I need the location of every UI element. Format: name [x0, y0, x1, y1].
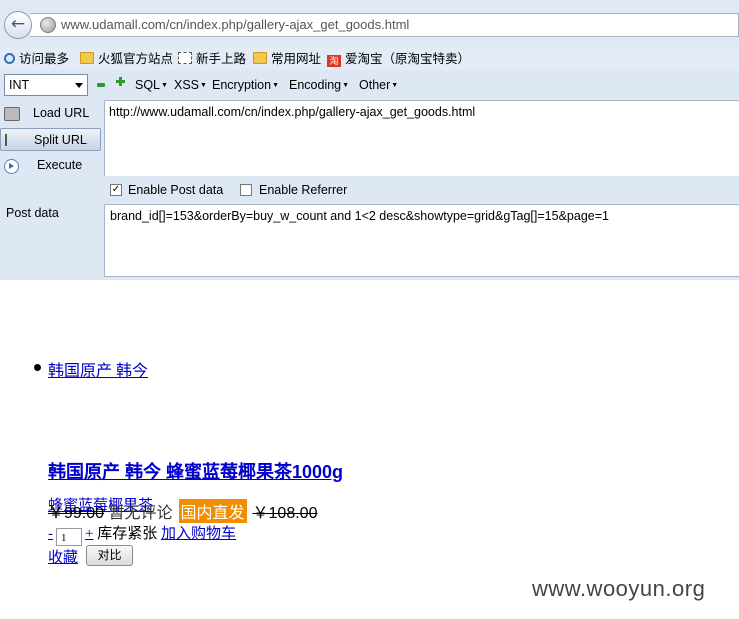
- menu-other[interactable]: Other▼: [359, 78, 398, 92]
- url-text[interactable]: www.udamall.com/cn/index.php/gallery-aja…: [61, 17, 409, 32]
- compare-button[interactable]: 对比: [86, 545, 133, 566]
- type-select[interactable]: INT: [4, 74, 88, 96]
- bookmark-aitaobao[interactable]: 淘爱淘宝（原淘宝特卖）: [327, 51, 470, 67]
- review-count: 暂无评论: [108, 505, 173, 522]
- back-arrow-icon: ←: [10, 14, 26, 34]
- back-button[interactable]: ←: [4, 11, 32, 39]
- shipping-badge: 国内直发: [178, 499, 247, 523]
- dropdown-icon: ▼: [272, 82, 279, 89]
- qty-minus-button[interactable]: -: [48, 526, 53, 542]
- dropdown-icon: ▼: [200, 82, 207, 89]
- stock-status: 库存紧张: [97, 526, 158, 542]
- dropdown-icon: ▼: [342, 82, 350, 89]
- list-bullet: [34, 364, 41, 371]
- favorite-link[interactable]: 收藏: [48, 546, 78, 567]
- site-globe-icon: [40, 17, 56, 33]
- add-to-cart-link[interactable]: 加入购物车: [161, 526, 236, 542]
- post-data-label: Post data: [6, 206, 59, 220]
- price: ￥99.00: [48, 505, 105, 522]
- menu-xss[interactable]: XSS▼: [174, 78, 207, 92]
- split-url-button[interactable]: Split URL: [0, 128, 101, 151]
- qty-plus-button[interactable]: +: [85, 526, 93, 542]
- increase-icon-vertical: [119, 77, 122, 86]
- play-icon: [4, 159, 19, 174]
- bookmark-common-sites[interactable]: 常用网址: [253, 51, 321, 67]
- scissors-icon: [5, 134, 21, 146]
- price-row: ￥99.00 暂无评论 国内直发 ￥108.00: [48, 499, 318, 523]
- folder-icon: [253, 52, 267, 64]
- dashed-box-icon: [178, 52, 192, 64]
- quantity-input[interactable]: 1: [56, 528, 82, 546]
- menu-encryption[interactable]: Encryption▼: [212, 78, 279, 92]
- load-url-button[interactable]: Load URL: [0, 102, 101, 125]
- product-title-link[interactable]: 韩国原产 韩今 蜂蜜蓝莓椰果茶1000g: [48, 458, 343, 484]
- chevron-down-icon: [75, 83, 83, 88]
- enable-referrer-label: Enable Referrer: [259, 183, 348, 197]
- load-icon: [4, 107, 20, 121]
- enable-post-label: Enable Post data: [128, 183, 224, 197]
- dropdown-icon: ▼: [391, 82, 399, 89]
- enable-post-checkbox[interactable]: ✓: [110, 184, 122, 196]
- enable-referrer-checkbox[interactable]: [240, 184, 252, 196]
- taobao-icon: 淘: [327, 55, 341, 67]
- bookmark-getting-started[interactable]: 新手上路: [178, 51, 246, 67]
- dropdown-icon: ▼: [161, 82, 168, 89]
- watermark: www.wooyun.org: [532, 576, 706, 601]
- menu-encoding[interactable]: Encoding▼: [289, 78, 349, 92]
- brand-link[interactable]: 韩国原产 韩今: [48, 357, 148, 381]
- post-data-value[interactable]: brand_id[]=153&orderBy=buy_w_count and 1…: [110, 209, 609, 223]
- bookmark-most-visited[interactable]: 访问最多: [4, 51, 69, 67]
- search-icon: [4, 53, 15, 64]
- execute-button[interactable]: Execute: [0, 154, 101, 177]
- menu-sql[interactable]: SQL▼: [135, 78, 168, 92]
- quantity-row: -1 + 库存紧张 加入购物车: [48, 522, 236, 546]
- folder-icon: [80, 52, 94, 64]
- decrease-icon[interactable]: [97, 83, 105, 87]
- url-textarea-value[interactable]: http://www.udamall.com/cn/index.php/gall…: [109, 105, 475, 119]
- bookmark-firefox-site[interactable]: 火狐官方站点: [80, 51, 173, 67]
- old-price: ￥108.00: [252, 505, 318, 522]
